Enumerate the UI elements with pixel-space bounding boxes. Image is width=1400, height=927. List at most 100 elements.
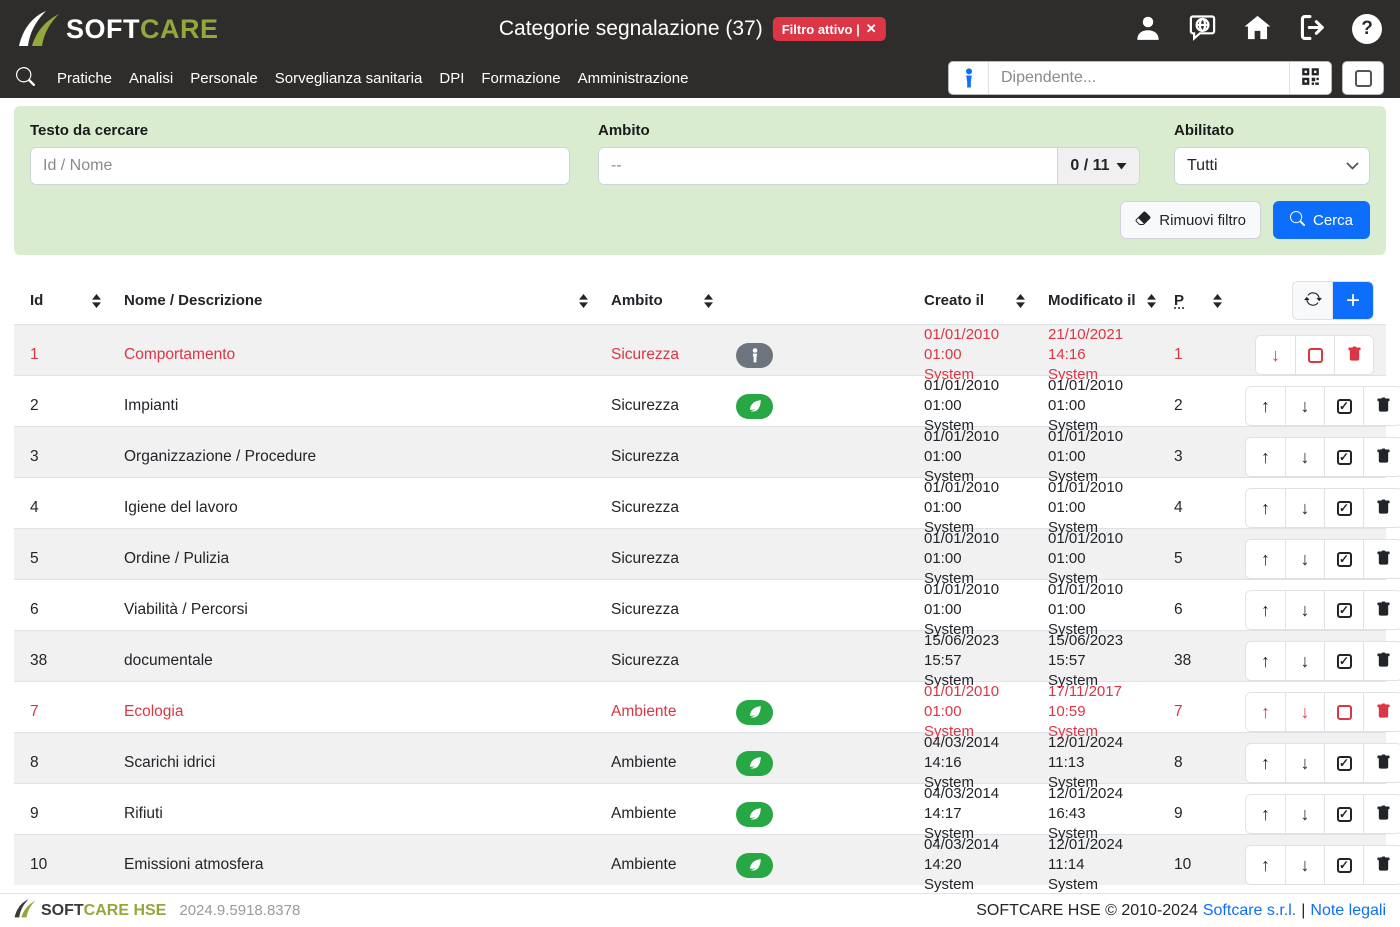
toggle-enabled-button[interactable]: ✓ [1324,642,1363,680]
sort-icon [703,293,714,309]
row-id: 38 [14,652,108,670]
categories-table: Id Nome / Descrizione Ambito Creato il M… [14,277,1386,885]
row-ambito: Sicurezza [595,652,720,670]
row-id: 1 [14,346,108,364]
remove-filter-badge-close-icon[interactable]: ✕ [866,21,877,37]
legal-link[interactable]: Note legali [1310,902,1386,920]
move-up-button[interactable]: ↑ [1246,438,1285,476]
nav-item-pratiche[interactable]: Pratiche [49,70,120,87]
nav-item-dpi[interactable]: DPI [431,70,472,87]
user-icon [1133,13,1163,46]
sort-modified-button[interactable] [1146,293,1157,309]
sort-p-button[interactable] [1212,293,1223,309]
kiosk-mode-button[interactable] [1342,61,1384,95]
home-button[interactable] [1242,12,1273,46]
qr-code-button[interactable] [1289,62,1331,94]
toggle-enabled-button[interactable]: ✓ [1324,795,1363,833]
logout-button[interactable] [1297,12,1328,46]
sort-name-button[interactable] [578,293,589,309]
move-up-button[interactable]: ↑ [1246,642,1285,680]
sort-created-button[interactable] [1015,293,1026,309]
move-down-button[interactable]: ↓ [1285,846,1324,884]
delete-button[interactable] [1334,336,1373,374]
toggle-enabled-button[interactable]: ✓ [1324,438,1363,476]
toggle-enabled-button[interactable] [1295,336,1334,374]
refresh-button[interactable] [1293,282,1333,319]
move-up-button[interactable]: ↑ [1246,693,1285,731]
ambito-count-dropdown-button[interactable]: 0 / 11 [1057,148,1139,184]
nav-item-sorveglianza-sanitaria[interactable]: Sorveglianza sanitaria [267,70,431,87]
move-down-button[interactable]: ↓ [1285,642,1324,680]
app-logo[interactable]: SOFTCARE [18,11,219,47]
user-button[interactable] [1133,13,1163,46]
row-actions: ↑ ↓✓ [1229,386,1400,426]
sort-id-button[interactable] [91,293,102,309]
move-up-button[interactable]: ↑ [1246,795,1285,833]
row-badge-cell [720,700,908,725]
move-down-button[interactable]: ↓ [1285,387,1324,425]
move-down-button[interactable]: ↓ [1285,591,1324,629]
search-button[interactable]: Cerca [1273,201,1370,239]
global-search-button[interactable] [16,67,35,89]
help-button[interactable]: ? [1352,14,1382,44]
toggle-enabled-button[interactable]: ✓ [1324,489,1363,527]
toggle-enabled-button[interactable]: ✓ [1324,387,1363,425]
trash-icon [1376,550,1391,569]
row-p: 1 [1158,346,1229,364]
move-down-button[interactable]: ↓ [1285,489,1324,527]
employee-search-input[interactable] [989,62,1289,94]
move-down-button[interactable]: ↓ [1285,438,1324,476]
move-down-button[interactable]: ↓ [1285,744,1324,782]
top-bar: SOFTCARE Categorie segnalazione (37) Fil… [0,0,1400,58]
delete-button[interactable] [1363,846,1400,884]
delete-button[interactable] [1363,795,1400,833]
move-up-button[interactable]: ↑ [1246,591,1285,629]
move-up-button[interactable]: ↑ [1246,489,1285,527]
nav-item-amministrazione[interactable]: Amministrazione [570,70,697,87]
caret-down-icon [1116,157,1127,175]
language-button[interactable] [1187,12,1218,46]
trash-icon [1376,601,1391,620]
nav-item-personale[interactable]: Personale [182,70,266,87]
nav-item-formazione[interactable]: Formazione [473,70,568,87]
nav-item-analisi[interactable]: Analisi [121,70,181,87]
delete-button[interactable] [1363,489,1400,527]
move-down-button[interactable]: ↓ [1285,795,1324,833]
delete-button[interactable] [1363,438,1400,476]
ambito-input[interactable] [599,148,1057,184]
delete-button[interactable] [1363,540,1400,578]
move-down-button[interactable]: ↓ [1256,336,1295,374]
arrow-down-icon: ↓ [1301,550,1310,568]
move-down-button[interactable]: ↓ [1285,540,1324,578]
arrow-up-icon: ↑ [1261,397,1270,415]
toggle-enabled-button[interactable]: ✓ [1324,744,1363,782]
toggle-enabled-button[interactable]: ✓ [1324,540,1363,578]
toggle-enabled-button[interactable]: ✓ [1324,846,1363,884]
move-up-button[interactable]: ↑ [1246,744,1285,782]
move-up-button[interactable]: ↑ [1246,540,1285,578]
toggle-enabled-button[interactable]: ✓ [1324,591,1363,629]
delete-button[interactable] [1363,591,1400,629]
row-p: 9 [1158,805,1229,823]
delete-button[interactable] [1363,642,1400,680]
arrow-up-icon: ↑ [1261,754,1270,772]
delete-button[interactable] [1363,693,1400,731]
move-down-button[interactable]: ↓ [1285,693,1324,731]
sort-ambito-button[interactable] [703,293,714,309]
row-ambito: Sicurezza [595,550,720,568]
move-up-button[interactable]: ↑ [1246,387,1285,425]
row-name: Rifiuti [108,805,595,823]
add-category-button[interactable]: + [1333,282,1373,319]
text-search-input[interactable] [30,147,570,185]
checkbox-checked-icon: ✓ [1337,603,1352,618]
delete-button[interactable] [1363,387,1400,425]
abilitato-select[interactable]: Tutti [1174,147,1370,185]
table-row: 1ComportamentoSicurezza01/01/2010 01:00S… [14,324,1386,375]
company-link[interactable]: Softcare s.r.l. [1203,902,1296,920]
globe-chat-icon [1187,12,1218,46]
toggle-enabled-button[interactable] [1324,693,1363,731]
delete-button[interactable] [1363,744,1400,782]
arrow-up-icon: ↑ [1261,601,1270,619]
remove-filter-button[interactable]: Rimuovi filtro [1120,201,1261,239]
move-up-button[interactable]: ↑ [1246,846,1285,884]
